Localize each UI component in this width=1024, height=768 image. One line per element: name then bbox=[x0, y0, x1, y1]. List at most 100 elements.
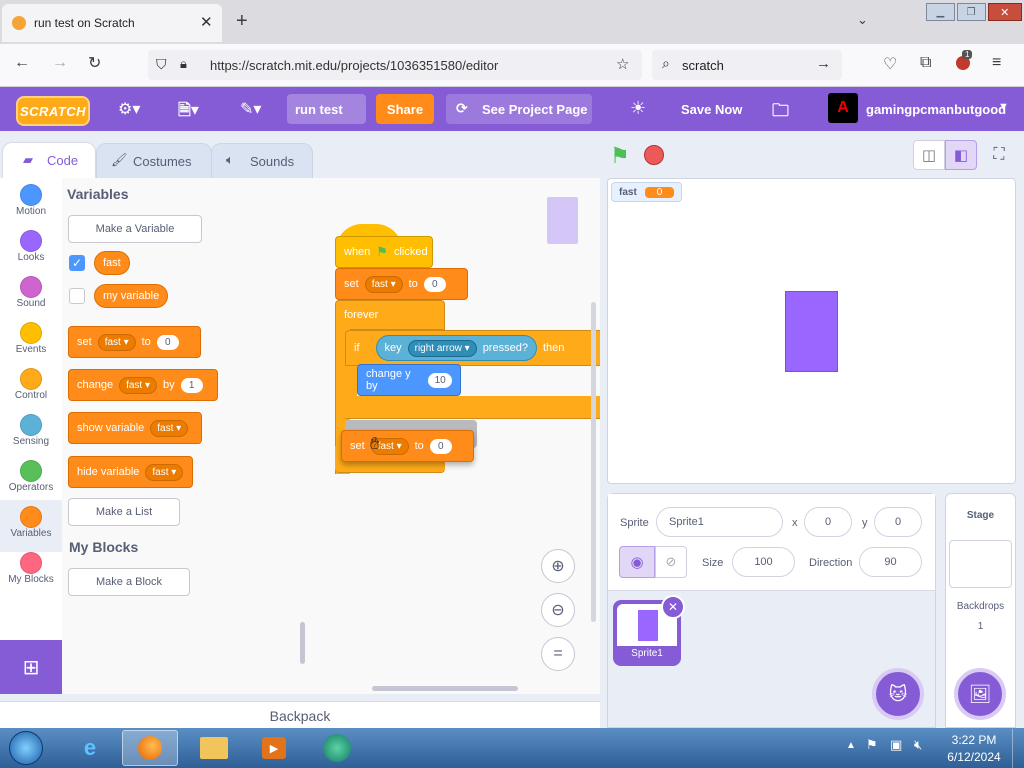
browser-tab[interactable]: run test on Scratch ✕ bbox=[2, 4, 222, 42]
backpack-bar[interactable]: Backpack bbox=[0, 701, 600, 729]
variable-dropdown[interactable]: fast ▾ bbox=[145, 463, 184, 481]
small-stage-button[interactable]: ◫ bbox=[913, 140, 945, 170]
make-list-button[interactable]: Make a List bbox=[68, 498, 180, 526]
workspace-h-scrollbar[interactable] bbox=[372, 686, 518, 691]
volume-muted-icon[interactable]: 🔇︎ bbox=[914, 737, 922, 753]
pocket-icon[interactable]: ♡ bbox=[883, 54, 897, 74]
firefox-taskbar-button[interactable] bbox=[122, 730, 178, 766]
search-go-icon[interactable]: → bbox=[816, 55, 831, 72]
close-window-icon[interactable]: ✕ bbox=[987, 3, 1022, 21]
url-bar[interactable]: ⛉ 🔒︎ https://scratch.mit.edu/projects/10… bbox=[148, 50, 642, 80]
change-value-input[interactable]: 1 bbox=[180, 377, 203, 393]
sprite-name-input[interactable]: Sprite1 bbox=[656, 507, 783, 537]
when-flag-clicked-block[interactable]: when ⚑ clicked bbox=[335, 236, 433, 268]
clock-time[interactable]: 3:22 PM bbox=[944, 733, 1004, 747]
variable-monitor[interactable]: fast 0 bbox=[611, 182, 683, 202]
forever-block[interactable]: forever bbox=[335, 300, 445, 330]
variable-dropdown[interactable]: fast ▾ bbox=[119, 376, 158, 394]
change-y-input[interactable]: 10 bbox=[427, 372, 452, 388]
my-stuff-folder-icon[interactable]: 🗀︎ bbox=[772, 98, 789, 127]
make-block-button[interactable]: Make a Block bbox=[68, 568, 190, 596]
chevron-down-icon[interactable]: ⌄ bbox=[857, 12, 868, 28]
forward-icon[interactable]: → bbox=[52, 54, 68, 72]
theme-bulb-icon[interactable]: ☀ bbox=[630, 98, 646, 119]
show-sprite-button[interactable]: ◉ bbox=[619, 546, 655, 578]
zoom-reset-button[interactable]: = bbox=[541, 637, 575, 671]
key-dropdown[interactable]: right arrow ▾ bbox=[407, 339, 477, 357]
category-operators[interactable]: Operators bbox=[0, 460, 62, 493]
media-player-taskbar-button[interactable]: ▶ bbox=[254, 731, 294, 765]
category-motion[interactable]: Motion bbox=[0, 184, 62, 217]
account-chevron-down-icon[interactable]: ▼ bbox=[998, 101, 1009, 113]
scratch-logo[interactable]: SCRATCH bbox=[16, 96, 90, 126]
checkbox-my-variable[interactable] bbox=[69, 288, 85, 304]
category-control[interactable]: Control bbox=[0, 368, 62, 401]
user-avatar[interactable]: A bbox=[828, 93, 858, 123]
reporter-my-variable[interactable]: my variable bbox=[94, 284, 169, 308]
palette-show-variable-block[interactable]: show variable fast ▾ bbox=[68, 412, 202, 444]
category-looks[interactable]: Looks bbox=[0, 230, 62, 263]
make-variable-button[interactable]: Make a Variable bbox=[68, 215, 202, 243]
checkbox-fast[interactable]: ✓ bbox=[69, 255, 85, 271]
sprite-on-stage[interactable] bbox=[785, 291, 838, 372]
settings-gear-icon[interactable]: ⚙▾ bbox=[118, 99, 140, 119]
size-input[interactable]: 100 bbox=[732, 547, 795, 577]
workspace-v-scrollbar[interactable] bbox=[591, 302, 596, 622]
tab-costumes[interactable]: 🖌︎ Costumes bbox=[96, 143, 212, 178]
reporter-fast[interactable]: fast bbox=[94, 251, 130, 275]
y-input[interactable]: 0 bbox=[874, 507, 922, 537]
close-tab-icon[interactable]: ✕ bbox=[200, 13, 213, 31]
category-variables[interactable]: Variables bbox=[0, 500, 62, 552]
tab-code[interactable]: ▰ Code bbox=[2, 142, 96, 179]
large-stage-button[interactable]: ◧ bbox=[945, 140, 977, 170]
extensions-icon[interactable]: ⧉ bbox=[920, 54, 931, 72]
code-workspace[interactable]: when ⚑ clicked set fast ▾ to 0 forever i… bbox=[312, 178, 600, 694]
username[interactable]: gamingpcmanbutgood bbox=[866, 102, 1006, 117]
bookmark-star-icon[interactable]: ☆ bbox=[616, 55, 629, 73]
start-button[interactable] bbox=[6, 729, 46, 767]
internet-explorer-icon[interactable]: e bbox=[68, 731, 112, 765]
file-explorer-taskbar-button[interactable] bbox=[194, 731, 234, 765]
variable-dropdown[interactable]: fast ▾ bbox=[97, 333, 136, 351]
minimize-icon[interactable]: ▁ bbox=[926, 3, 955, 21]
x-input[interactable]: 0 bbox=[804, 507, 852, 537]
reload-icon[interactable]: ↻ bbox=[88, 53, 101, 73]
app-taskbar-button[interactable] bbox=[316, 731, 358, 765]
palette-hide-variable-block[interactable]: hide variable fast ▾ bbox=[68, 456, 193, 488]
network-icon[interactable]: ▣ bbox=[890, 737, 902, 753]
fullscreen-button[interactable]: ⛶ bbox=[984, 140, 1014, 170]
hide-sprite-button[interactable]: ⊘ bbox=[655, 546, 687, 578]
tab-sounds[interactable]: 🔈︎ Sounds bbox=[211, 143, 313, 178]
project-title-input[interactable]: run test bbox=[287, 94, 366, 124]
drag-value-input[interactable]: 0 bbox=[429, 438, 452, 454]
edit-menu-icon[interactable]: ✎▾ bbox=[240, 99, 261, 119]
script-set-block[interactable]: set fast ▾ to 0 bbox=[335, 268, 468, 300]
category-sensing[interactable]: Sensing bbox=[0, 414, 62, 447]
restore-icon[interactable]: ❐ bbox=[956, 3, 986, 21]
new-tab-icon[interactable]: + bbox=[236, 10, 248, 33]
direction-input[interactable]: 90 bbox=[859, 547, 922, 577]
category-events[interactable]: Events bbox=[0, 322, 62, 355]
change-y-block[interactable]: change y by 10 bbox=[357, 364, 461, 396]
variable-dropdown[interactable]: fast ▾ bbox=[150, 419, 189, 437]
back-icon[interactable]: ← bbox=[14, 54, 30, 72]
choose-sprite-button[interactable]: 🐱︎ bbox=[872, 668, 924, 720]
palette-set-block[interactable]: set fast ▾ to 0 bbox=[68, 326, 201, 358]
search-bar[interactable]: ⌕ scratch → bbox=[652, 50, 842, 80]
palette-change-block[interactable]: change fast ▾ by 1 bbox=[68, 369, 218, 401]
see-project-page-button[interactable]: ⟳ See Project Page bbox=[446, 94, 592, 124]
palette-scrollbar[interactable] bbox=[300, 622, 305, 664]
file-menu-icon[interactable]: 🗎︎▾ bbox=[178, 99, 199, 126]
category-sound[interactable]: Sound bbox=[0, 276, 62, 309]
dragged-set-block[interactable]: set fast ▾ to 0 bbox=[341, 430, 474, 462]
set-value-input[interactable]: 0 bbox=[423, 276, 446, 292]
category-my-blocks[interactable]: My Blocks bbox=[0, 552, 62, 585]
show-desktop-button[interactable] bbox=[1012, 729, 1024, 768]
green-flag-button-icon[interactable]: ⚑ bbox=[610, 143, 630, 169]
share-button[interactable]: Share bbox=[376, 94, 434, 124]
if-then-block[interactable]: if key right arrow ▾ pressed? then bbox=[345, 330, 600, 366]
choose-backdrop-button[interactable]: 🖼︎ bbox=[954, 668, 1006, 720]
tray-expand-icon[interactable]: ▲ bbox=[846, 740, 856, 751]
zoom-out-button[interactable]: ⊖ bbox=[541, 593, 575, 627]
stage-canvas[interactable]: fast 0 bbox=[607, 178, 1016, 484]
